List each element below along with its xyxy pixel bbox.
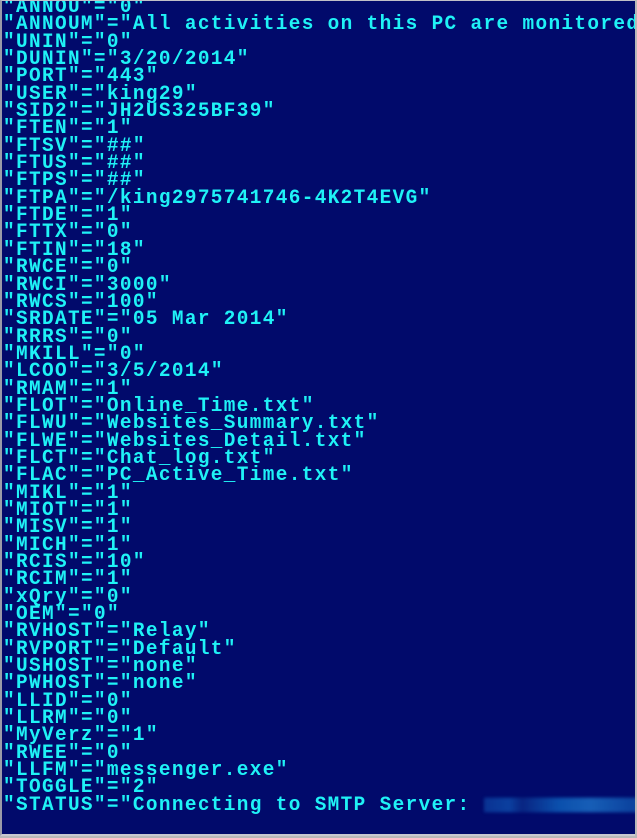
config-entry-status: "STATUS"="Connecting to SMTP Server: "	[3, 793, 635, 817]
config-value: All activities on this PC are monitored.	[132, 12, 635, 36]
config-value: 1	[132, 723, 146, 747]
quote: "	[184, 671, 198, 695]
quote: "	[340, 463, 354, 487]
config-key: STATUS	[16, 793, 94, 817]
separator: "="	[93, 793, 133, 817]
redacted-server-address	[483, 797, 635, 812]
config-value: 05 Mar 2014	[132, 307, 276, 331]
config-entry-list: "ANNOU"="0" "ANNOUM"="All activities on t…	[3, 1, 635, 817]
console-window: "ANNOU"="0" "ANNOUM"="All activities on t…	[0, 0, 635, 836]
quote: "	[158, 272, 172, 297]
quote: "	[145, 723, 159, 747]
quote: "	[210, 359, 224, 383]
config-value: PC_Active_Time.txt	[106, 463, 341, 487]
quote: "	[366, 411, 380, 435]
quote: "	[3, 793, 16, 817]
config-value: Connecting to SMTP Server:	[132, 793, 484, 817]
config-value: none	[132, 671, 185, 695]
quote: "	[275, 307, 289, 331]
